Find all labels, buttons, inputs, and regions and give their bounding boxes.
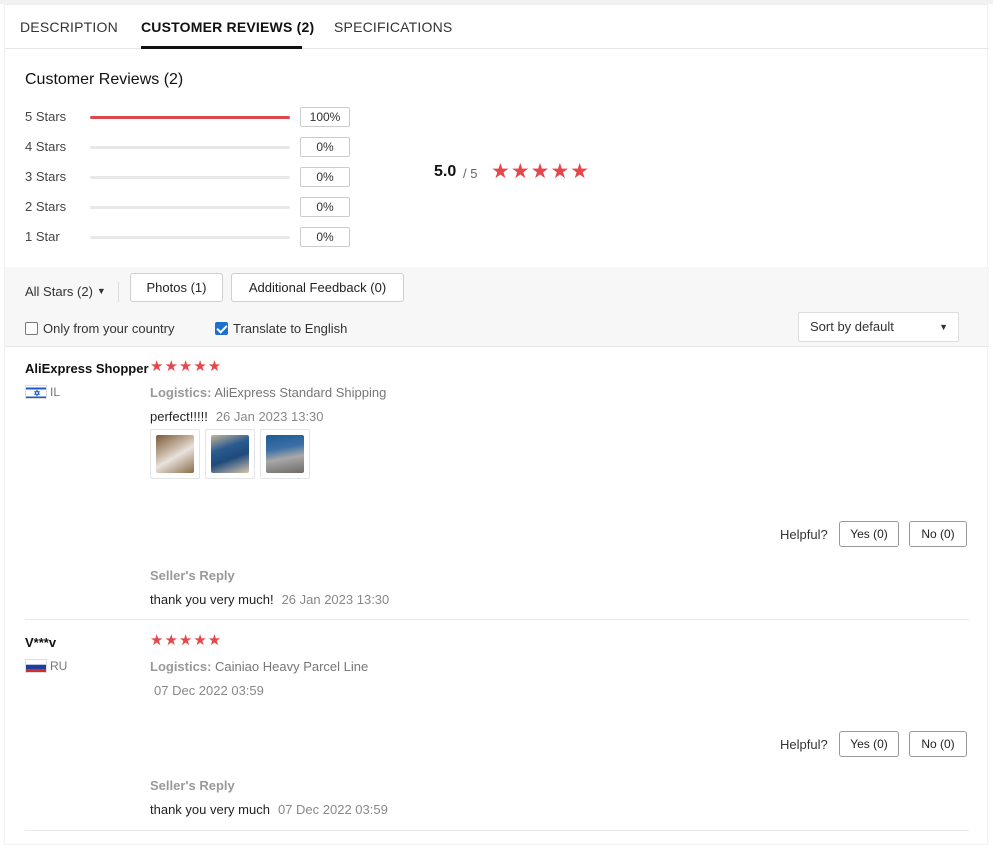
reviewer-country: IL [50,385,61,399]
review-item: AliExpress Shopper IL ★★★★★ Logistics: A… [25,358,969,620]
russia-flag-icon [25,659,47,673]
sort-select[interactable]: Sort by default ▼ [798,312,959,342]
tab-description[interactable]: DESCRIPTION [20,19,118,35]
all-stars-dropdown[interactable]: All Stars (2) ▼ [25,284,106,299]
seller-reply-title: Seller's Reply [150,778,235,793]
photo-image [211,435,249,473]
helpful-yes-button[interactable]: Yes (0) [839,731,899,757]
review-text: perfect!!!!! [150,409,208,424]
additional-feedback-button[interactable]: Additional Feedback (0) [231,273,404,302]
only-country-checkbox[interactable]: Only from your country [25,321,175,336]
tab-bar: DESCRIPTION CUSTOMER REVIEWS (2) SPECIFI… [5,5,989,49]
rating-bar-fill [90,116,290,119]
rating-label: 4 Stars [25,139,67,154]
helpful-section: Helpful? Yes (0) No (0) [769,731,969,757]
photos-filter-button[interactable]: Photos (1) [130,273,223,302]
divider [118,282,119,302]
translate-label: Translate to English [233,321,348,336]
rating-row-5[interactable]: 5 Stars 100% [25,107,355,127]
logistics-value: Cainiao Heavy Parcel Line [215,659,369,674]
review-photo-thumbnail[interactable] [150,429,200,479]
rating-bar [90,206,290,209]
review-photo-thumbnail[interactable] [260,429,310,479]
rating-percent: 0% [300,227,350,247]
rating-bar [90,236,290,239]
helpful-label: Helpful? [780,527,828,542]
israel-flag-icon [25,385,47,399]
rating-row-2[interactable]: 2 Stars 0% [25,197,355,217]
all-stars-label: All Stars (2) [25,284,93,299]
reviews-title: Customer Reviews (2) [25,71,184,88]
reviews-panel: DESCRIPTION CUSTOMER REVIEWS (2) SPECIFI… [4,4,989,845]
seller-reply-date: 26 Jan 2023 13:30 [281,592,390,607]
filter-bar: All Stars (2) ▼ Photos (1) Additional Fee… [5,267,989,347]
rating-label: 5 Stars [25,109,67,124]
score-total: / 5 [463,166,478,181]
logistics-info: Logistics: AliExpress Standard Shipping [150,385,386,400]
rating-bar [90,176,290,179]
logistics-label: Logistics: [150,659,212,674]
tab-customer-reviews[interactable]: CUSTOMER REVIEWS (2) [141,19,314,35]
review-text-line: perfect!!!!! 26 Jan 2023 13:30 [150,409,324,424]
seller-reply-title: Seller's Reply [150,568,235,583]
rating-row-1[interactable]: 1 Star 0% [25,227,355,247]
seller-reply-text: thank you very much [150,802,270,817]
chevron-down-icon: ▼ [939,322,948,332]
helpful-label: Helpful? [780,737,828,752]
rating-row-3[interactable]: 3 Stars 0% [25,167,355,187]
logistics-value: AliExpress Standard Shipping [214,385,387,400]
photo-image [266,435,304,473]
reviewer-name: V***v [25,635,57,650]
seller-reply-line: thank you very much 07 Dec 2022 03:59 [150,802,388,817]
helpful-no-button[interactable]: No (0) [909,731,967,757]
rating-label: 1 Star [25,229,60,244]
tab-specifications[interactable]: SPECIFICATIONS [334,19,452,35]
average-stars-icon: ★★★★★ [491,160,591,183]
logistics-label: Logistics: [150,385,212,400]
rating-bar [90,146,290,149]
average-score: 5.0 [434,163,457,180]
rating-percent: 0% [300,137,350,157]
active-tab-indicator [141,46,302,49]
checkbox-unchecked-icon [25,322,38,335]
rating-row-4[interactable]: 4 Stars 0% [25,137,355,157]
reviewer-name: AliExpress Shopper [25,361,149,376]
rating-percent: 100% [300,107,350,127]
helpful-yes-button[interactable]: Yes (0) [839,521,899,547]
seller-reply-line: thank you very much! 26 Jan 2023 13:30 [150,592,389,607]
review-item: V***v RU ★★★★★ Logistics: Cainiao Heavy … [25,632,969,831]
photo-image [156,435,194,473]
rating-label: 3 Stars [25,169,67,184]
logistics-info: Logistics: Cainiao Heavy Parcel Line [150,659,368,674]
review-stars-icon: ★★★★★ [150,358,223,375]
review-photo-thumbnail[interactable] [205,429,255,479]
rating-label: 2 Stars [25,199,67,214]
review-date: 07 Dec 2022 03:59 [154,683,264,698]
rating-percent: 0% [300,197,350,217]
helpful-no-button[interactable]: No (0) [909,521,967,547]
review-stars-icon: ★★★★★ [150,632,223,649]
checkbox-checked-icon [215,322,228,335]
review-date: 26 Jan 2023 13:30 [215,409,324,424]
sort-label: Sort by default [810,319,894,334]
rating-bar [90,116,290,119]
rating-percent: 0% [300,167,350,187]
only-country-label: Only from your country [43,321,175,336]
translate-checkbox[interactable]: Translate to English [215,321,347,336]
chevron-down-icon: ▼ [96,286,106,296]
seller-reply-text: thank you very much! [150,592,274,607]
seller-reply-date: 07 Dec 2022 03:59 [277,802,388,817]
review-text-line: 07 Dec 2022 03:59 [150,683,264,698]
helpful-section: Helpful? Yes (0) No (0) [769,521,969,547]
reviewer-country: RU [50,659,68,673]
